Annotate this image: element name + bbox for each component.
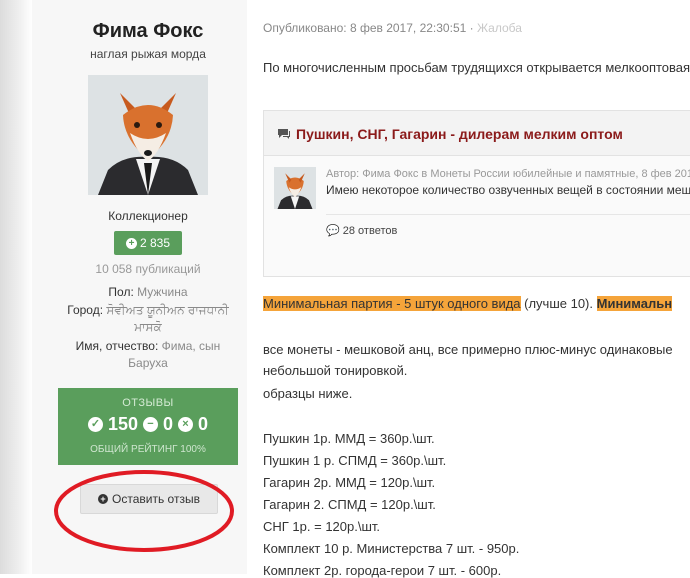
post-meta: Опубликовано: 8 фев 2017, 22:30:51 · Жал… xyxy=(263,21,522,35)
comments-icon xyxy=(278,129,290,139)
post-line-3: образцы ниже. xyxy=(263,386,353,401)
author-member-title: наглая рыжая морда xyxy=(90,47,206,61)
price-line: Комплект 10 р. Министерства 7 шт. - 950р… xyxy=(263,541,520,556)
min-lot-paren: (лучше 10). xyxy=(520,296,597,311)
min-lot-line: Минимальная партия - 5 штук одного вида … xyxy=(263,296,673,311)
gender-label: Пол: xyxy=(108,285,134,299)
embed-divider xyxy=(326,214,690,215)
price-line: Гагарин 2. СПМД = 120р.\шт. xyxy=(263,497,436,512)
replies-count: 28 ответов xyxy=(342,225,398,237)
reviews-label: ОТЗЫВЫ xyxy=(122,397,174,409)
reputation-value: 2 835 xyxy=(139,236,171,250)
positive-count: 150 xyxy=(107,414,138,434)
page-edge-shadow xyxy=(0,0,32,574)
avatar[interactable] xyxy=(88,75,208,195)
post-count: 10 058 публикаций xyxy=(95,262,201,276)
price-line: СНГ 1р. = 120р.\шт. xyxy=(263,519,381,534)
price-line: Пушкин 1р. ММД = 360р.\шт. xyxy=(263,431,435,446)
reviews-box[interactable]: ОТЗЫВЫ ✓ 150 − 0 × 0 ОБЩИЙ РЕЙТИНГ 100% xyxy=(58,388,238,465)
min-lot-bold: Минимальн xyxy=(596,296,673,311)
plus-icon: + xyxy=(98,494,109,504)
neutral-count: 0 xyxy=(163,414,174,434)
city-field: Город: ਸੋਵੀਅਤ ਯੂਨੀਅਨ ਰਾਜਧਾਨੀ ਮਾਸਕੋ xyxy=(40,302,256,336)
city-value-line2: ਮਾਸਕੋ xyxy=(134,320,162,334)
reviews-counts: ✓ 150 − 0 × 0 xyxy=(58,414,238,435)
city-value-line1: ਸੋਵੀਅਤ ਯੂਨੀਅਨ ਰਾਜਧਾਨੀ xyxy=(106,303,229,317)
embed-excerpt: Имею некоторое количество озвученных вещ… xyxy=(326,183,690,197)
gender-value: Мужчина xyxy=(137,285,188,299)
overall-rating: ОБЩИЙ РЕЙТИНГ 100% xyxy=(90,444,206,455)
reputation-badge[interactable]: + 2 835 xyxy=(114,231,182,255)
min-lot-highlight: Минимальная партия - 5 штук одного вида xyxy=(263,296,521,311)
comment-icon: 💬 xyxy=(326,225,340,237)
report-link[interactable]: Жалоба xyxy=(477,21,522,35)
embedded-topic[interactable]: Пушкин, СНГ, Гагарин - дилерам мелким оп… xyxy=(263,110,690,277)
embed-meta: Автор: Фима Фокс в Монеты России юбилейн… xyxy=(326,168,690,180)
plus-icon: + xyxy=(125,237,137,249)
patronymic-value-line1: Фима, сын xyxy=(161,339,221,353)
leave-review-label: Оставить отзыв xyxy=(112,492,200,506)
meta-separator: · xyxy=(466,21,477,35)
post-line-1: все монеты - мешковой анц, все примерно … xyxy=(263,342,673,357)
embed-title[interactable]: Пушкин, СНГ, Гагарин - дилерам мелким оп… xyxy=(296,126,623,142)
post-intro: По многочисленным просьбам трудящихся от… xyxy=(263,60,690,75)
price-line: Комплект 2р. города-герои 7 шт. - 600р. xyxy=(263,563,502,578)
minus-icon: − xyxy=(143,417,158,432)
post-date: Опубликовано: 8 фев 2017, 22:30:51 xyxy=(263,21,467,35)
patronymic-field: Имя, отчество: Фима, сын Баруха xyxy=(40,338,256,372)
embed-header: Пушкин, СНГ, Гагарин - дилерам мелким оп… xyxy=(264,111,690,156)
negative-count: 0 xyxy=(198,414,209,434)
cross-icon: × xyxy=(178,417,194,432)
price-line: Гагарин 2р. ММД = 120р.\шт. xyxy=(263,475,436,490)
embed-avatar[interactable] xyxy=(274,167,316,209)
check-icon: ✓ xyxy=(87,417,103,432)
gender-field: Пол: Мужчина xyxy=(40,284,256,301)
patronymic-value-line2: Баруха xyxy=(128,356,168,370)
post-line-2: небольшой тонировкой. xyxy=(263,363,408,378)
embed-body: Автор: Фима Фокс в Монеты России юбилейн… xyxy=(264,156,690,276)
patronymic-label: Имя, отчество: xyxy=(75,339,159,353)
member-group: Коллекционер xyxy=(108,209,188,223)
leave-review-button[interactable]: + Оставить отзыв xyxy=(80,484,218,514)
price-line: Пушкин 1 р. СПМД = 360р.\шт. xyxy=(263,453,447,468)
city-label: Город: xyxy=(67,303,104,317)
embed-replies[interactable]: 💬 28 ответов xyxy=(326,224,397,237)
author-name[interactable]: Фима Фокс xyxy=(32,20,264,43)
